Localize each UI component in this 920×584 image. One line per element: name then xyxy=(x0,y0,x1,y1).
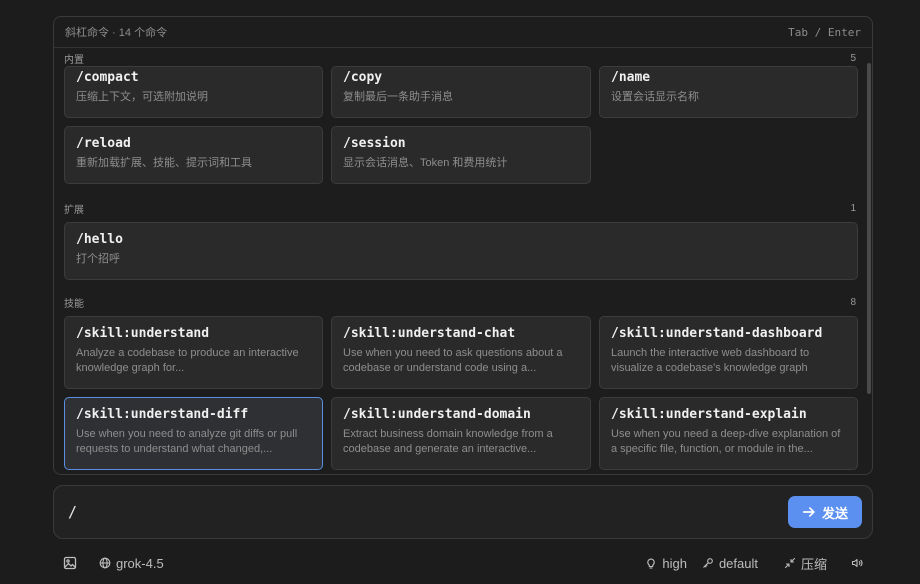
command-description: Launch the interactive web dashboard to … xyxy=(611,347,810,374)
command-name: /skill:understand xyxy=(76,326,210,341)
command-name: /skill:understand-explain xyxy=(611,407,807,422)
command-description: Use when you need a deep-dive explanatio… xyxy=(611,428,841,455)
message-input-text[interactable]: / xyxy=(68,503,77,521)
compress-icon xyxy=(784,557,796,569)
command-card[interactable]: /compact 压缩上下文，可选附加说明 xyxy=(64,66,323,118)
sound-toggle[interactable] xyxy=(851,557,863,569)
command-name: /skill:understand-chat xyxy=(343,326,516,341)
command-card[interactable]: /skill:understand-explain Use when you n… xyxy=(599,397,858,470)
command-description: 设置会话显示名称 xyxy=(611,91,699,103)
mode-name: default xyxy=(718,555,758,571)
command-description: 复制最后一条助手消息 xyxy=(343,91,453,103)
model-name: grok-4.5 xyxy=(116,555,164,571)
command-description: Extract business domain knowledge from a… xyxy=(343,428,553,455)
command-name: /name xyxy=(611,70,651,85)
palette-header: 斜杠命令 · 14 个命令 Tab / Enter xyxy=(54,17,872,48)
send-button-label: 发送 xyxy=(821,505,848,521)
command-list[interactable]: 内置 5 /compact 压缩上下文，可选附加说明 /copy 复制最后一条助… xyxy=(54,49,872,474)
palette-title: 斜杠命令 · 14 个命令 xyxy=(65,27,168,39)
command-card[interactable]: /name 设置会话显示名称 xyxy=(599,66,858,118)
lightbulb-icon xyxy=(647,558,656,569)
command-card-selected[interactable]: /skill:understand-diff Use when you need… xyxy=(64,397,323,470)
compress-label: 压缩 xyxy=(800,556,827,572)
command-name: /skill:understand-domain xyxy=(343,407,531,422)
model-selector[interactable]: grok-4.5 xyxy=(99,556,164,571)
command-description: 压缩上下文，可选附加说明 xyxy=(76,91,208,103)
globe-icon xyxy=(99,557,111,569)
scrollbar-thumb[interactable] xyxy=(867,63,871,394)
section-title: 技能 xyxy=(64,298,84,310)
command-card[interactable]: /hello 打个招呼 xyxy=(64,222,858,280)
command-card[interactable]: /skill:understand-domain Extract busines… xyxy=(331,397,591,470)
section-count: 1 xyxy=(850,202,856,214)
palette-key-hint: Tab / Enter xyxy=(788,25,861,39)
command-description: Analyze a codebase to produce an interac… xyxy=(76,347,299,374)
command-card[interactable]: /reload 重新加载扩展、技能、提示词和工具 xyxy=(64,126,323,184)
section-count: 8 xyxy=(850,296,856,308)
speaker-icon xyxy=(851,558,863,568)
send-button[interactable]: 发送 xyxy=(788,496,862,528)
slash-command-palette: 斜杠命令 · 14 个命令 Tab / Enter 内置 5 /compact … xyxy=(53,16,873,475)
command-name: /reload xyxy=(76,136,131,151)
section-count: 5 xyxy=(850,52,856,64)
mode-selector[interactable]: default xyxy=(702,556,758,571)
command-description: Use when you need to analyze git diffs o… xyxy=(76,428,298,455)
command-card[interactable]: /skill:understand-dashboard Launch the i… xyxy=(599,316,858,389)
compress-button[interactable]: 压缩 xyxy=(784,554,827,573)
command-description: 重新加载扩展、技能、提示词和工具 xyxy=(76,157,252,169)
composer-footer: grok-4.5 high default 压缩 xyxy=(53,553,873,573)
attach-image-button[interactable] xyxy=(63,556,77,570)
thinking-level: high xyxy=(662,555,687,571)
command-name: /skill:understand-diff xyxy=(76,407,249,422)
command-name: /compact xyxy=(76,70,139,85)
command-card[interactable]: /copy 复制最后一条助手消息 xyxy=(331,66,591,118)
command-card[interactable]: /skill:understand Analyze a codebase to … xyxy=(64,316,323,389)
image-icon xyxy=(63,556,77,570)
message-input[interactable]: / 发送 xyxy=(53,485,873,539)
arrow-right-icon xyxy=(802,507,815,517)
key-icon xyxy=(703,558,713,568)
command-description: 打个招呼 xyxy=(76,253,120,265)
section-header-extensions: 扩展 1 xyxy=(54,200,872,216)
section-title: 内置 xyxy=(64,54,84,66)
thinking-level-selector[interactable]: high xyxy=(645,556,687,571)
command-name: /skill:understand-dashboard xyxy=(611,326,823,341)
command-name: /session xyxy=(343,136,406,151)
command-card[interactable]: /session 显示会话消息、Token 和费用统计 xyxy=(331,126,591,184)
command-description: 显示会话消息、Token 和费用统计 xyxy=(343,157,508,169)
command-description: Use when you need to ask questions about… xyxy=(343,347,563,374)
command-name: /copy xyxy=(343,70,383,85)
command-name: /hello xyxy=(76,232,123,247)
section-header-builtin: 内置 5 xyxy=(54,50,872,66)
command-card[interactable]: /skill:understand-chat Use when you need… xyxy=(331,316,591,389)
section-title: 扩展 xyxy=(64,204,84,216)
section-header-skills: 技能 8 xyxy=(54,294,872,310)
